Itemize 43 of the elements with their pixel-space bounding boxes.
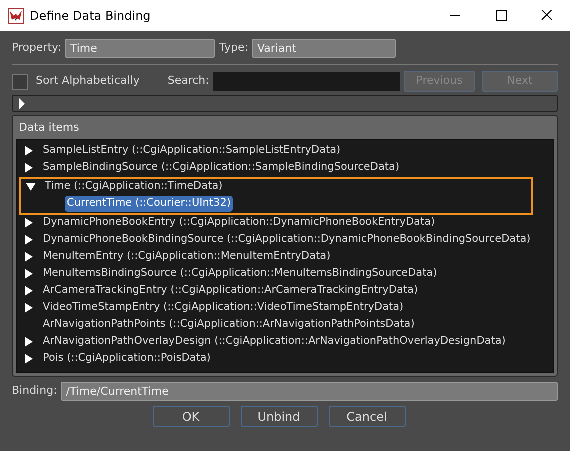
checkbox[interactable]: [12, 74, 28, 90]
app-logo-icon: [8, 8, 24, 24]
binding-field[interactable]: /Time/CurrentTime: [61, 382, 558, 401]
tree-item[interactable]: DynamicPhoneBookBindingSource (::CgiApplication::DynamicPhoneBookBindingSourceData): [43, 232, 531, 248]
type-field[interactable]: Variant: [252, 39, 396, 58]
tree-item[interactable]: ArNavigationPathOverlayDesign (::CgiApplication::ArNavigationPathOverlayDesignData): [43, 334, 506, 350]
type-label: Type:: [219, 40, 248, 56]
tree-item[interactable]: MenuItemsBindingSource (::CgiApplication::MenuItemsBindingSourceData): [43, 266, 438, 282]
expand-arrow-icon[interactable]: [24, 269, 34, 279]
expand-arrow-icon[interactable]: [24, 252, 34, 262]
property-label: Property:: [12, 40, 62, 56]
tree-item[interactable]: Time (::CgiApplication::TimeData): [45, 179, 223, 195]
tree-item[interactable]: SampleListEntry (::CgiApplication::SampleListEntryData): [43, 143, 341, 159]
tree-item[interactable]: ArCameraTrackingEntry (::CgiApplication::ArCameraTrackingEntryData): [43, 283, 418, 299]
property-field[interactable]: Time: [65, 39, 216, 58]
expand-arrow-icon[interactable]: [24, 303, 34, 313]
tree-item[interactable]: CurrentTime (::Courier::UInt32): [65, 196, 233, 212]
binding-label: Binding:: [12, 383, 58, 400]
sort-label: Sort Alphabetically: [36, 73, 140, 90]
cancel-button[interactable]: Cancel: [328, 406, 406, 427]
panel-title: Data items: [19, 121, 80, 134]
expand-arrow-icon[interactable]: [24, 337, 34, 347]
window-title: Define Data Binding: [30, 8, 151, 24]
tree-item[interactable]: DynamicPhoneBookEntry (::CgiApplication::DynamicPhoneBookEntryData): [43, 215, 436, 231]
search-field[interactable]: [213, 72, 400, 91]
tree-item[interactable]: VideoTimeStampEntry (::CgiApplication::VideoTimeStampEntryData): [43, 300, 404, 316]
expand-arrow-icon[interactable]: [24, 286, 34, 296]
close-icon[interactable]: [541, 10, 553, 21]
tree-item[interactable]: ArNavigationPathPoints (::CgiApplication::ArNavigationPathPointsData): [43, 317, 415, 333]
expand-arrow-icon[interactable]: [24, 235, 34, 245]
maximize-icon[interactable]: [495, 10, 507, 21]
expand-arrow-icon[interactable]: [18, 98, 26, 110]
search-label: Search:: [168, 73, 210, 90]
tree-item[interactable]: MenuItemEntry (::CgiApplication::MenuItemEntryData): [43, 249, 331, 265]
tree-item[interactable]: SampleBindingSource (::CgiApplication::SampleBindingSourceData): [43, 160, 400, 176]
collapse-arrow-icon[interactable]: [26, 182, 36, 192]
tree-item[interactable]: Pois (::CgiApplication::PoisData): [43, 351, 211, 367]
expand-arrow-icon[interactable]: [24, 163, 34, 173]
unbind-button[interactable]: Unbind: [240, 406, 318, 427]
expand-arrow-icon[interactable]: [24, 354, 34, 364]
expand-arrow-icon[interactable]: [24, 146, 34, 156]
ok-button[interactable]: OK: [152, 406, 230, 427]
expand-arrow-icon[interactable]: [24, 218, 34, 228]
